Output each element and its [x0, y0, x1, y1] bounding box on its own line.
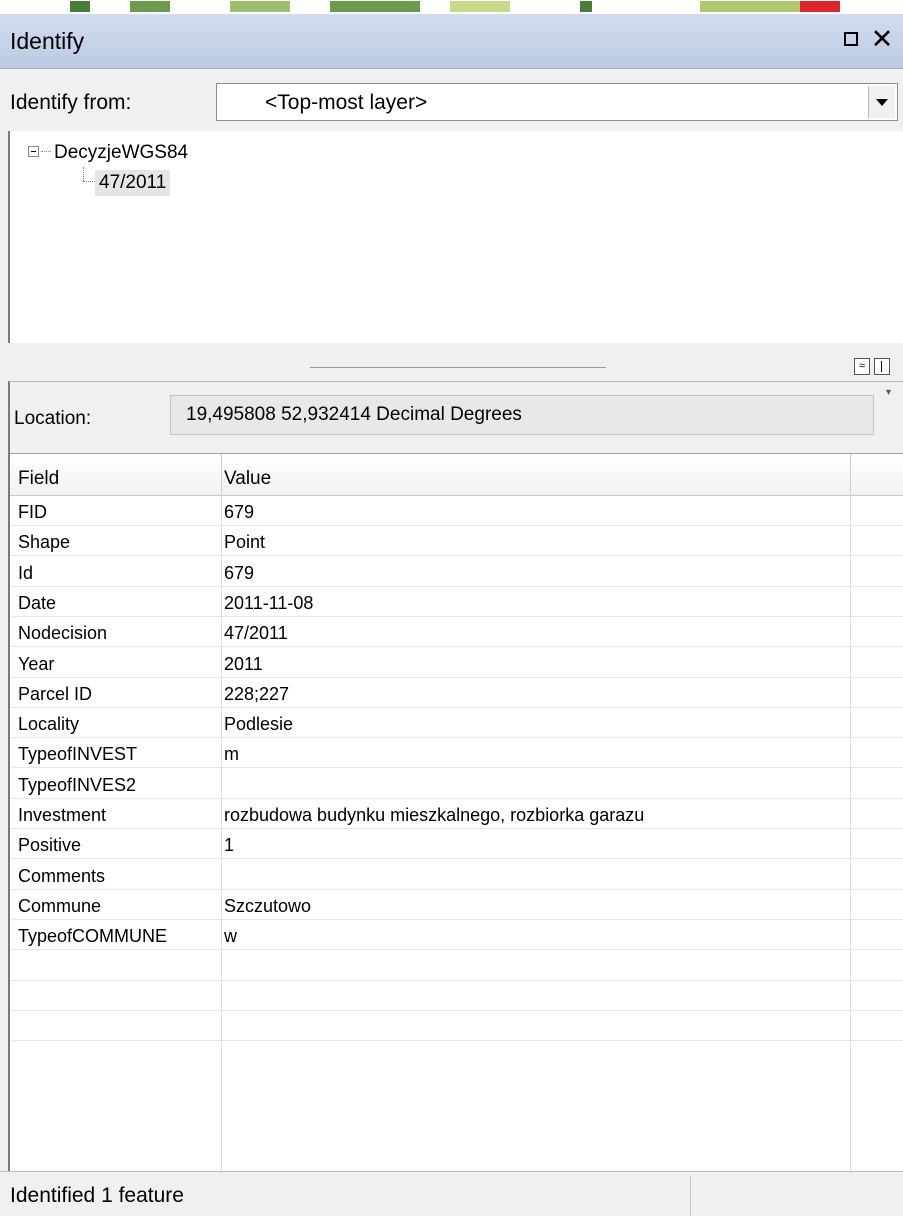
table-row[interactable]: Positive 1: [10, 829, 903, 859]
panel-splitter[interactable]: ≈: [0, 343, 903, 381]
table-row[interactable]: Id 679: [10, 557, 903, 587]
details-panel: Location: 19,495808 52,932414 Decimal De…: [8, 381, 903, 1174]
table-row[interactable]: [10, 981, 903, 1011]
table-row[interactable]: Date 2011-11-08: [10, 587, 903, 617]
results-tree: DecyzjeWGS84 47/2011: [8, 131, 903, 343]
column-header-value[interactable]: Value: [224, 468, 271, 490]
field-value-cell: 228;227: [224, 684, 290, 704]
field-name-cell: Year: [18, 654, 55, 674]
layout-toggle-button[interactable]: [874, 358, 890, 375]
table-row[interactable]: Shape Point: [10, 526, 903, 556]
field-value-cell: 679: [224, 502, 255, 522]
dropdown-arrow-button[interactable]: [868, 86, 895, 118]
table-row[interactable]: Parcel ID 228;227: [10, 678, 903, 708]
chevron-down-icon: [876, 99, 888, 106]
column-header-field[interactable]: Field: [18, 468, 59, 490]
field-name-cell: Comments: [18, 866, 106, 886]
field-name-cell: TypeofINVES2: [18, 775, 137, 795]
field-value-cell: Point: [224, 532, 266, 552]
restore-window-icon: [844, 32, 858, 46]
location-field: 19,495808 52,932414 Decimal Degrees: [170, 395, 874, 435]
collapse-toggle[interactable]: [28, 146, 39, 157]
table-header: Field Value: [10, 454, 903, 496]
location-label: Location:: [14, 408, 92, 429]
tree-feature-node[interactable]: 47/2011: [95, 170, 171, 196]
field-name-cell: Locality: [18, 714, 80, 734]
field-value-cell: 679: [224, 563, 255, 583]
field-value-cell: Szczutowo: [224, 896, 312, 916]
field-value-cell: 1: [224, 835, 235, 855]
column-gridline: [221, 495, 222, 1173]
identify-from-dropdown[interactable]: <Top-most layer>: [216, 83, 898, 121]
table-row[interactable]: Investment rozbudowa budynku mieszkalnego…: [10, 799, 903, 829]
tree-connector: [83, 167, 84, 181]
minus-icon: [31, 151, 36, 152]
restore-button[interactable]: [838, 24, 866, 54]
field-name-cell: Positive: [18, 835, 82, 855]
column-gridline: [850, 495, 851, 1173]
vertical-bar-icon: [881, 361, 882, 372]
field-name-cell: Date: [18, 593, 57, 613]
table-row[interactable]: Year 2011: [10, 648, 903, 678]
tree-layer-node[interactable]: DecyzjeWGS84: [54, 142, 188, 164]
column-divider[interactable]: [221, 454, 222, 495]
status-divider: [690, 1176, 691, 1216]
field-value-cell: 2011: [224, 654, 263, 674]
attribute-table: Field Value FID 679 Shape Point Id 679 Date 201…: [10, 453, 903, 1174]
close-button[interactable]: ✕: [868, 24, 896, 54]
field-name-cell: Shape: [18, 532, 71, 552]
field-name-cell: Nodecision: [18, 623, 108, 643]
identify-from-label: Identify from:: [10, 91, 132, 114]
table-row[interactable]: [10, 1011, 903, 1041]
table-row[interactable]: TypeofCOMMUNE w: [10, 920, 903, 950]
status-bar: Identified 1 feature: [0, 1171, 903, 1216]
tree-connector: [83, 181, 95, 182]
column-divider[interactable]: [850, 454, 851, 495]
location-value: 19,495808 52,932414 Decimal Degrees: [186, 404, 522, 425]
background-map-strip: [0, 0, 903, 14]
tree-connector: [41, 151, 51, 152]
field-name-cell: TypeofINVEST: [18, 744, 138, 764]
identify-from-row: Identify from: <Top-most layer>: [0, 69, 903, 131]
table-row[interactable]: Commune Szczutowo: [10, 890, 903, 920]
field-name-cell: Id: [18, 563, 34, 583]
table-row[interactable]: Comments: [10, 860, 903, 890]
field-value-cell: 2011-11-08: [224, 593, 314, 613]
field-name-cell: FID: [18, 502, 47, 522]
close-icon: ✕: [870, 24, 894, 54]
field-name-cell: Investment: [18, 805, 107, 825]
field-value-cell: rozbudowa budynku mieszkalnego, rozbiork…: [224, 805, 645, 825]
field-name-cell: Commune: [18, 896, 102, 916]
table-row[interactable]: Locality Podlesie: [10, 708, 903, 738]
expand-panel-button[interactable]: ≈: [854, 358, 870, 375]
status-text: Identified 1 feature: [10, 1184, 184, 1207]
table-row[interactable]: Nodecision 47/2011: [10, 617, 903, 647]
table-row[interactable]: TypeofINVES2: [10, 769, 903, 799]
field-value-cell: w: [224, 926, 237, 946]
field-value-cell: Podlesie: [224, 714, 294, 734]
field-value-cell: 47/2011: [224, 623, 288, 643]
identify-from-value: <Top-most layer>: [265, 91, 428, 114]
table-row[interactable]: [10, 951, 903, 981]
splitter-handle[interactable]: [310, 367, 606, 368]
field-name-cell: TypeofCOMMUNE: [18, 926, 168, 946]
location-row: Location: 19,495808 52,932414 Decimal De…: [10, 382, 903, 446]
table-row[interactable]: TypeofINVEST m: [10, 738, 903, 768]
window-title: Identify: [10, 28, 85, 54]
field-value-cell: m: [224, 744, 239, 764]
location-options-icon[interactable]: ▾: [886, 387, 891, 398]
double-chevron-icon: ≈: [858, 360, 866, 372]
table-row[interactable]: FID 679: [10, 496, 903, 526]
title-bar: Identify ✕: [0, 14, 903, 69]
field-name-cell: Parcel ID: [18, 684, 93, 704]
